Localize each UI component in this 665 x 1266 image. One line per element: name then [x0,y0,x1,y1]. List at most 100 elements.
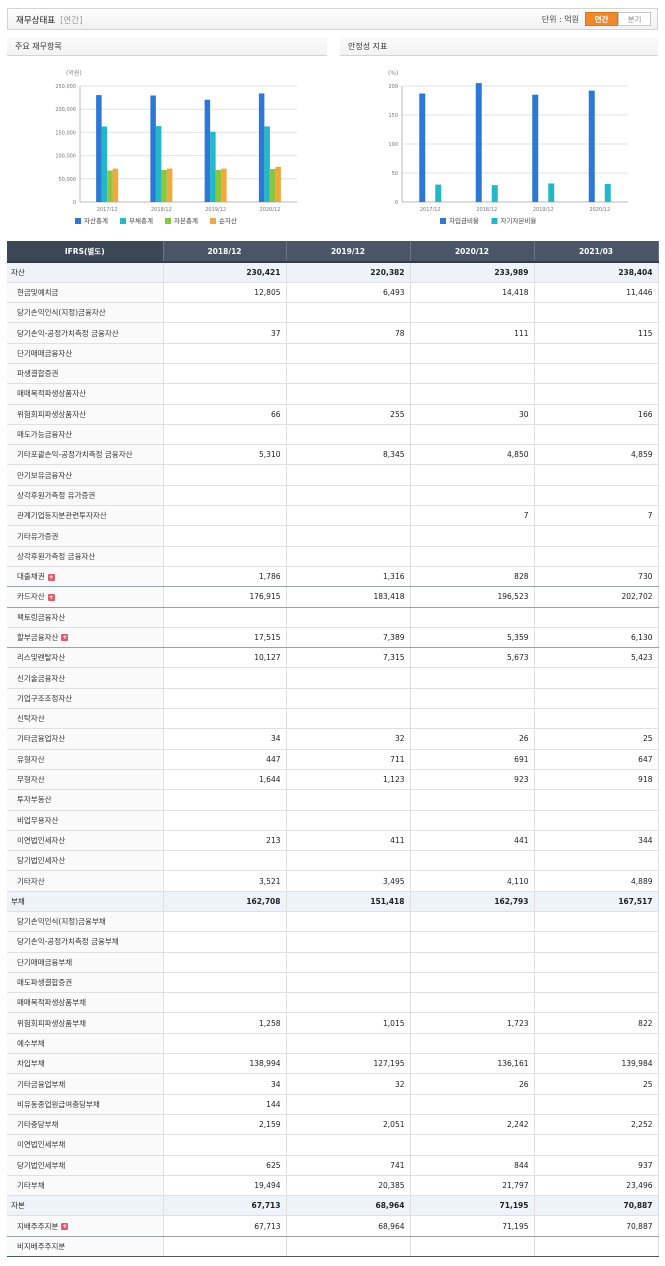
bar-4[interactable] [166,168,173,202]
bar-1[interactable] [204,99,211,202]
value-cell: 202,702 [534,586,659,608]
bar-2[interactable] [548,183,555,202]
row-label: 비업무용자산 [7,810,164,831]
bar-2[interactable] [604,184,611,202]
expand-icon[interactable]: + [61,1223,69,1231]
bar-1[interactable] [588,90,595,202]
legend-label[interactable]: 자기자본비율 [501,216,537,225]
bar-2[interactable] [155,126,162,202]
table-row: 기타포괄손익-공정가치측정 금융자산 5,310 8,345 4,850 4,859 [7,444,659,466]
value-cell [410,302,535,324]
legend-label[interactable]: 자본총계 [174,216,198,225]
value-cell [534,810,659,831]
bar-1[interactable] [96,95,102,202]
row-label-text: 자본 [11,1201,25,1211]
bar-2[interactable] [435,184,442,202]
row-label-text: 현금및예치금 [17,287,59,297]
bar-3[interactable] [107,170,113,202]
legend-label[interactable]: 자산총계 [84,216,108,225]
value-cell: 6,130 [534,627,659,649]
value-cell [163,688,287,710]
column-header: 2021/03 [534,241,659,263]
bar-2[interactable] [101,126,108,202]
bar-2[interactable] [491,185,498,202]
legend-label[interactable]: 부채총계 [129,216,153,225]
value-cell [163,789,287,811]
expand-icon[interactable]: + [47,573,55,581]
value-cell [163,667,287,689]
value-cell: 115 [534,322,659,344]
bar-4[interactable] [221,168,227,202]
toggle-annual-button[interactable]: 연간 [585,12,618,26]
expand-icon[interactable]: + [61,634,69,642]
x-tick-label: 2019/12 [205,207,226,213]
expand-icon[interactable]: + [47,593,55,601]
row-label[interactable]: 대출채권 + [7,566,164,588]
value-cell [286,810,411,831]
bar-3[interactable] [161,170,167,202]
table-row: 비지배주주지분 [7,1236,659,1258]
bar-1[interactable] [419,93,426,202]
value-cell [286,424,411,446]
row-label: 기타충당부채 [7,1114,164,1136]
row-label-text: 예수부채 [17,1038,45,1048]
value-cell [286,850,411,872]
value-cell: 139,984 [534,1053,659,1075]
bar-2[interactable] [264,126,270,202]
row-label[interactable]: 지배주주지분 + [7,1215,164,1237]
bar-2[interactable] [210,131,216,202]
value-cell: 66 [163,404,287,425]
value-cell [286,525,411,547]
value-cell [534,911,659,933]
value-cell: 7,315 [286,647,411,669]
row-label[interactable]: 카드자산 + [7,586,164,608]
legend-label[interactable]: 차입금비율 [449,216,479,225]
value-cell [410,383,535,405]
bar-4[interactable] [275,166,281,202]
value-cell [163,363,287,385]
value-cell: 2,252 [534,1114,659,1136]
legend-swatch [491,218,498,224]
legend-swatch [165,218,171,224]
value-cell [286,302,411,324]
row-label: 투자부동산 [7,789,164,811]
value-cell [534,424,659,446]
legend-label[interactable]: 순자산 [219,216,237,225]
bar-1[interactable] [475,83,482,202]
bar-3[interactable] [269,168,276,202]
row-label: 기타금융업자산 [7,728,164,750]
table-row: 기타충당부채 2,159 2,051 2,242 2,252 [7,1114,659,1136]
row-label: 무형자산 [7,769,164,791]
value-cell: 8,345 [286,444,411,466]
value-cell: 937 [534,1155,659,1176]
bar-4[interactable] [112,168,119,202]
row-label-text: 상각후원가측정 유가증권 [17,490,96,500]
bar-3[interactable] [215,170,222,202]
value-cell [410,972,535,994]
row-label: 당기손익인식(지정)금융자산 [7,302,164,324]
value-cell [534,972,659,994]
value-cell [410,789,535,811]
table-row: 관계기업등지분관련투자자산 7 7 [7,505,659,527]
row-label-text: 당기법인세자산 [17,856,66,866]
value-cell: 923 [410,769,535,791]
value-cell [410,546,535,567]
value-cell: 136,161 [410,1053,535,1075]
value-cell: 3,495 [286,870,411,892]
value-cell [534,363,659,385]
value-cell [163,850,287,872]
bar-1[interactable] [258,93,265,202]
value-cell: 230,421 [163,262,287,283]
row-label[interactable]: 할부금융자산 + [7,627,164,649]
statement-title: 재무상태표 [연간] [16,16,83,26]
table-row: 대출채권 +1,786 1,316 828 730 [7,566,659,588]
y-tick-label: 150,000 [55,130,76,136]
value-cell: 918 [534,769,659,791]
bar-1[interactable] [532,94,539,202]
toggle-quarter-button[interactable]: 분기 [618,12,651,26]
table-row: 매도파생결합증권 [7,972,659,994]
value-cell: 447 [163,749,287,770]
bar-1[interactable] [150,95,156,202]
row-label-text: 팩토링금융자산 [17,612,66,622]
value-cell: 2,159 [163,1114,287,1136]
